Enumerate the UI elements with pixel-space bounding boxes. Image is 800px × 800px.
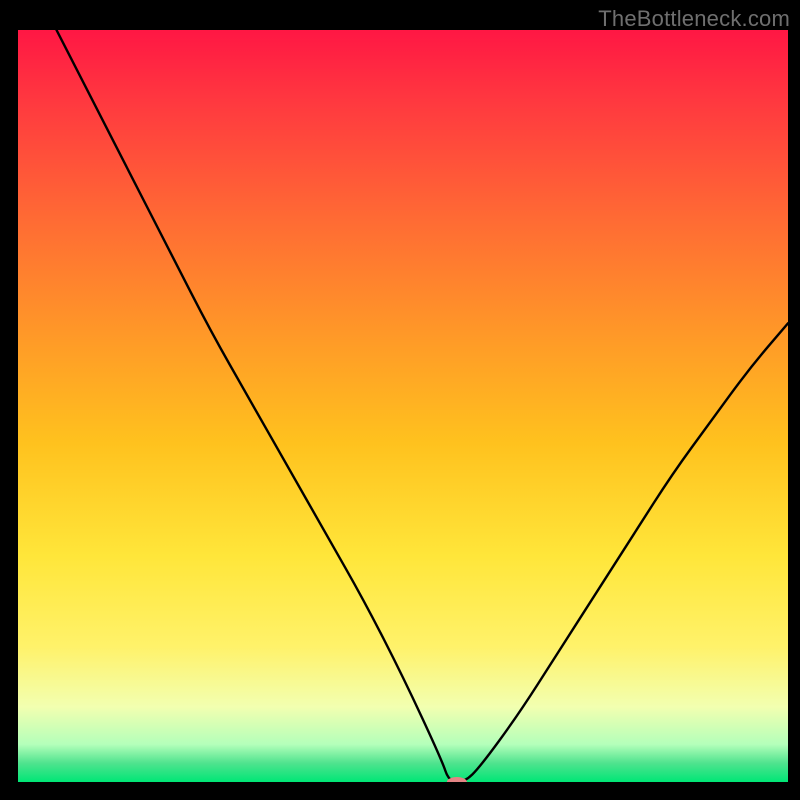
chart-frame: TheBottleneck.com xyxy=(0,0,800,800)
watermark-text: TheBottleneck.com xyxy=(598,6,790,32)
plot-area xyxy=(18,30,788,782)
chart-svg xyxy=(18,30,788,782)
heatmap-background xyxy=(18,30,788,782)
